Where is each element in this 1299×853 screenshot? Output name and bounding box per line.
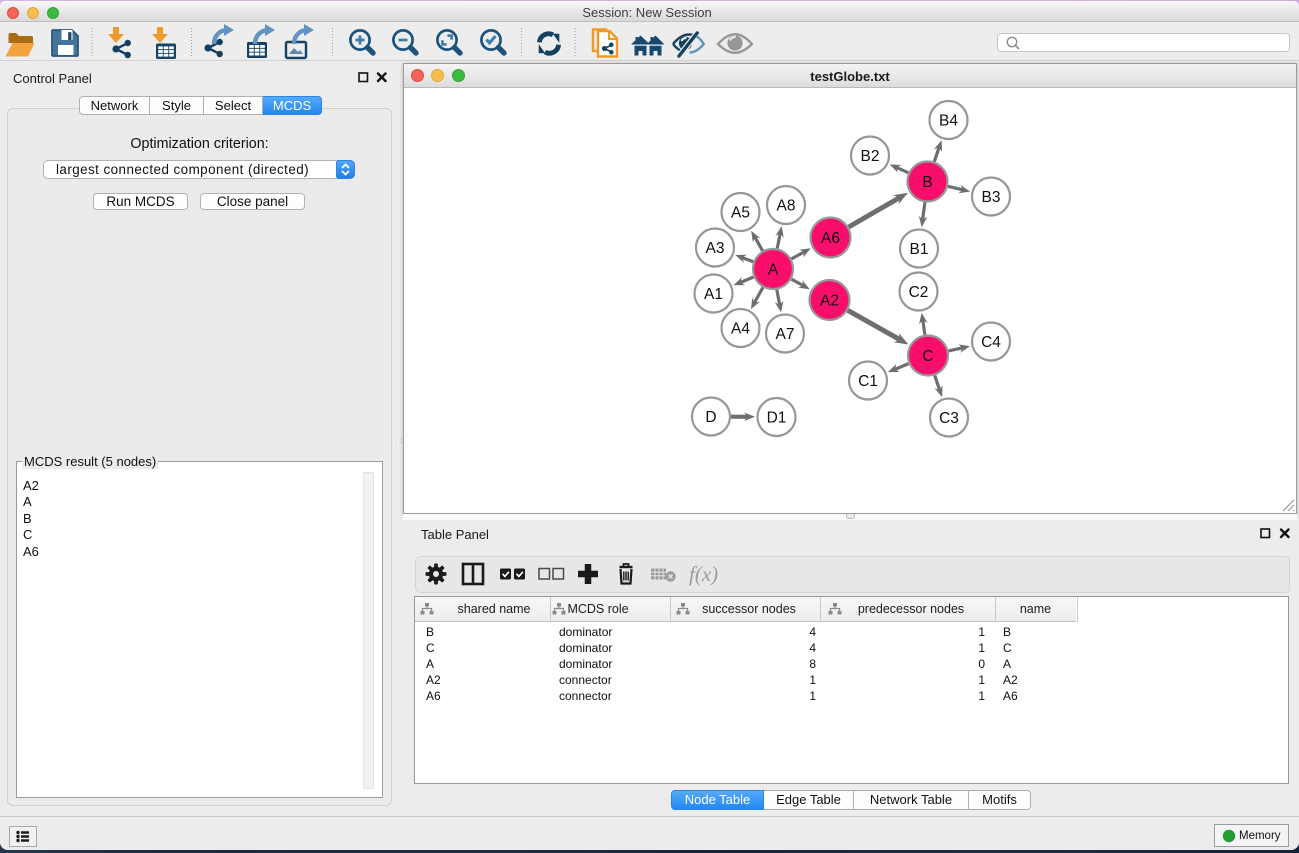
svg-text:A7: A7 [776, 326, 795, 343]
svg-text:A3: A3 [706, 240, 725, 257]
svg-text:B4: B4 [939, 113, 958, 130]
svg-text:C: C [922, 348, 933, 365]
svg-text:C4: C4 [981, 334, 1001, 351]
svg-text:B3: B3 [982, 189, 1001, 206]
svg-text:C1: C1 [858, 373, 878, 390]
svg-text:A: A [768, 262, 779, 279]
svg-text:B2: B2 [861, 148, 880, 165]
svg-text:C3: C3 [939, 410, 959, 427]
svg-text:A4: A4 [731, 321, 750, 338]
svg-text:A5: A5 [731, 205, 750, 222]
svg-text:A1: A1 [704, 286, 723, 303]
svg-text:D1: D1 [767, 410, 787, 427]
svg-text:f(x): f(x) [689, 562, 718, 586]
svg-text:D: D [705, 409, 716, 426]
svg-text:B: B [922, 174, 932, 191]
svg-text:A6: A6 [821, 230, 840, 247]
svg-text:A8: A8 [777, 198, 796, 215]
svg-text:A2: A2 [820, 293, 839, 310]
svg-text:B1: B1 [910, 241, 929, 258]
svg-text:C2: C2 [909, 284, 929, 301]
